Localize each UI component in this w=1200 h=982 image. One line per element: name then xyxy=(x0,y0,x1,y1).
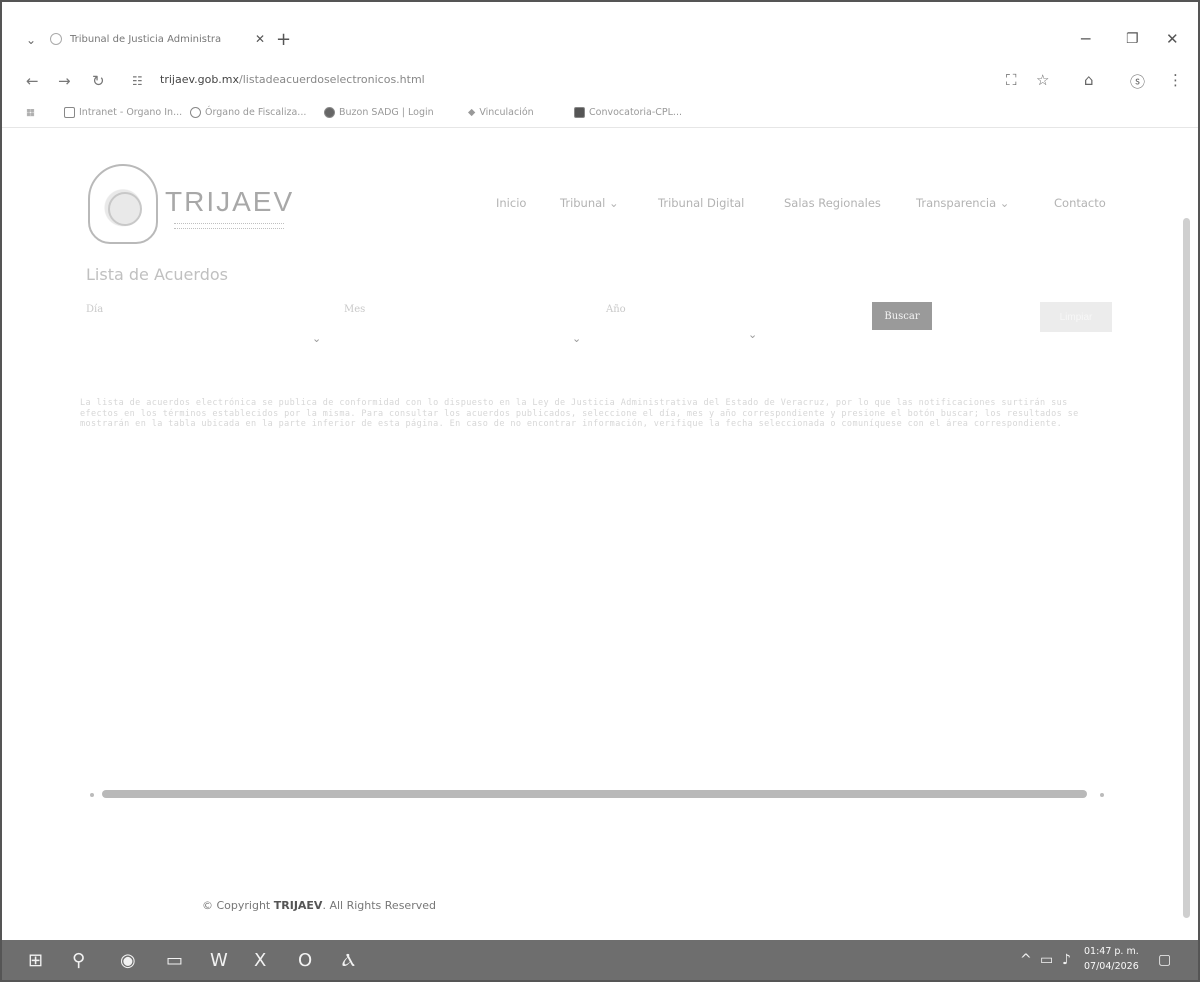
table-horizontal-scrollbar[interactable] xyxy=(102,790,1087,798)
tray-chevron-up-icon[interactable]: ^ xyxy=(1020,952,1032,968)
more-menu-icon[interactable]: ⋮ xyxy=(1168,71,1183,89)
outlook-icon[interactable]: O xyxy=(298,950,312,971)
bookmark-item[interactable]: Buzon SADG | Login xyxy=(324,107,434,118)
day-label: Día xyxy=(86,304,104,315)
apps-grid-icon[interactable]: ▦ xyxy=(26,107,35,118)
web-page: TRIJAEV Inicio Tribunal ⌄ Tribunal Digit… xyxy=(2,128,1198,940)
profile-icon[interactable]: ⓢ xyxy=(1130,71,1145,92)
word-icon[interactable]: W xyxy=(210,950,228,971)
close-window-icon[interactable]: ✕ xyxy=(1166,30,1179,48)
translate-icon[interactable]: ⛶ xyxy=(1006,71,1017,89)
screen: ⌄ Tribunal de Justicia Administra ✕ + ‒ … xyxy=(0,0,1200,982)
taskbar: ⊞ ⚲ ◉ ▭ W X O Ⲁ ^ ▭ ♪ 01:47 p. m. 07/04/… xyxy=(2,940,1198,980)
minimize-icon[interactable]: ‒ xyxy=(1080,28,1091,49)
nav-contacto[interactable]: Contacto xyxy=(1054,196,1106,210)
page-title: Lista de Acuerdos xyxy=(86,265,228,284)
acrobat-icon[interactable]: Ⲁ xyxy=(342,950,355,971)
notifications-icon[interactable]: ▢ xyxy=(1158,952,1171,968)
nav-salas-regionales[interactable]: Salas Regionales xyxy=(784,196,881,210)
browser-tab-bar: ⌄ Tribunal de Justicia Administra ✕ + ‒ … xyxy=(2,16,1198,62)
diamond-icon: ◆ xyxy=(468,107,476,118)
extensions-icon[interactable]: ⌂ xyxy=(1084,71,1094,89)
bookmark-item[interactable]: ◆ Vinculación xyxy=(468,107,534,118)
clear-button[interactable]: Limpiar xyxy=(1040,302,1112,332)
footer-brand: TRIJAEV xyxy=(273,899,323,912)
clock-date: 07/04/2026 xyxy=(1084,961,1139,972)
bookmark-favicon-icon xyxy=(324,107,335,118)
chevron-down-icon: ⌄ xyxy=(748,328,758,341)
back-icon[interactable]: ← xyxy=(26,72,39,90)
chrome-icon[interactable]: ◉ xyxy=(120,950,136,971)
brand-name[interactable]: TRIJAEV xyxy=(165,186,294,218)
system-clock[interactable]: 01:47 p. m. 07/04/2026 xyxy=(1084,944,1139,974)
bookmark-favicon-icon xyxy=(64,107,75,118)
nav-tribunal-digital[interactable]: Tribunal Digital xyxy=(658,196,744,210)
bookmark-item[interactable]: Convocatoria-CPL... xyxy=(574,107,682,118)
site-favicon-icon xyxy=(50,33,62,45)
url-path: /listadeacuerdoselectronicos.html xyxy=(239,73,425,86)
bookmark-favicon-icon xyxy=(190,107,201,118)
tab-close-icon[interactable]: ✕ xyxy=(255,32,265,46)
browser-toolbar: ← → ↻ ☷ trijaev.gob.mx/listadeacuerdosel… xyxy=(2,62,1198,100)
page-scrollbar[interactable] xyxy=(1183,218,1190,918)
month-select[interactable]: ⌄ xyxy=(572,332,581,352)
file-explorer-icon[interactable]: ▭ xyxy=(166,950,183,971)
bookmark-item[interactable]: Órgano de Fiscaliza... xyxy=(190,107,306,118)
new-tab-button[interactable]: + xyxy=(276,29,291,50)
clock-time: 01:47 p. m. xyxy=(1084,946,1139,957)
month-label: Mes xyxy=(344,304,366,315)
chevron-down-icon: ⌄ xyxy=(312,332,322,345)
restore-icon[interactable]: ❐ xyxy=(1126,31,1139,47)
site-info-icon[interactable]: ☷ xyxy=(132,74,143,88)
bookmark-star-icon[interactable]: ☆ xyxy=(1036,71,1049,89)
tab-search-chevron-icon[interactable]: ⌄ xyxy=(26,33,36,47)
bookmark-favicon-icon xyxy=(574,107,585,118)
tab-title: Tribunal de Justicia Administra xyxy=(70,33,222,45)
bookmark-item[interactable]: Intranet - Organo In... xyxy=(64,107,182,118)
brand-subtitle-line xyxy=(174,223,284,229)
excel-icon[interactable]: X xyxy=(254,950,266,971)
search-button[interactable]: Buscar xyxy=(872,302,932,330)
url-domain: trijaev.gob.mx xyxy=(160,73,240,86)
forward-icon[interactable]: → xyxy=(58,72,71,90)
notice-text: La lista de acuerdos electrónica se publ… xyxy=(80,398,1079,429)
scroll-left-arrow-icon[interactable] xyxy=(90,793,94,797)
day-select[interactable]: ⌄ xyxy=(312,332,321,352)
scroll-right-arrow-icon[interactable] xyxy=(1100,793,1104,797)
volume-icon[interactable]: ♪ xyxy=(1062,952,1071,968)
address-bar[interactable]: trijaev.gob.mx/listadeacuerdoselectronic… xyxy=(160,73,425,86)
nav-inicio[interactable]: Inicio xyxy=(496,196,526,210)
windows-start-icon[interactable]: ⊞ xyxy=(28,950,43,971)
reload-icon[interactable]: ↻ xyxy=(92,72,105,90)
tribunal-seal-logo xyxy=(88,164,158,244)
footer-copyright: © Copyright TRIJAEV. All Rights Reserved xyxy=(202,899,436,912)
nav-tribunal[interactable]: Tribunal ⌄ xyxy=(560,196,619,210)
browser-tab[interactable]: Tribunal de Justicia Administra ✕ xyxy=(50,24,265,54)
bookmarks-bar: ▦ Intranet - Organo In... Órgano de Fisc… xyxy=(2,100,1198,128)
network-icon[interactable]: ▭ xyxy=(1040,952,1053,968)
nav-transparencia[interactable]: Transparencia ⌄ xyxy=(916,196,1009,210)
chevron-down-icon: ⌄ xyxy=(572,332,582,345)
search-icon[interactable]: ⚲ xyxy=(72,950,85,971)
year-label: Año xyxy=(606,304,626,315)
year-select[interactable]: ⌄ xyxy=(748,328,757,348)
